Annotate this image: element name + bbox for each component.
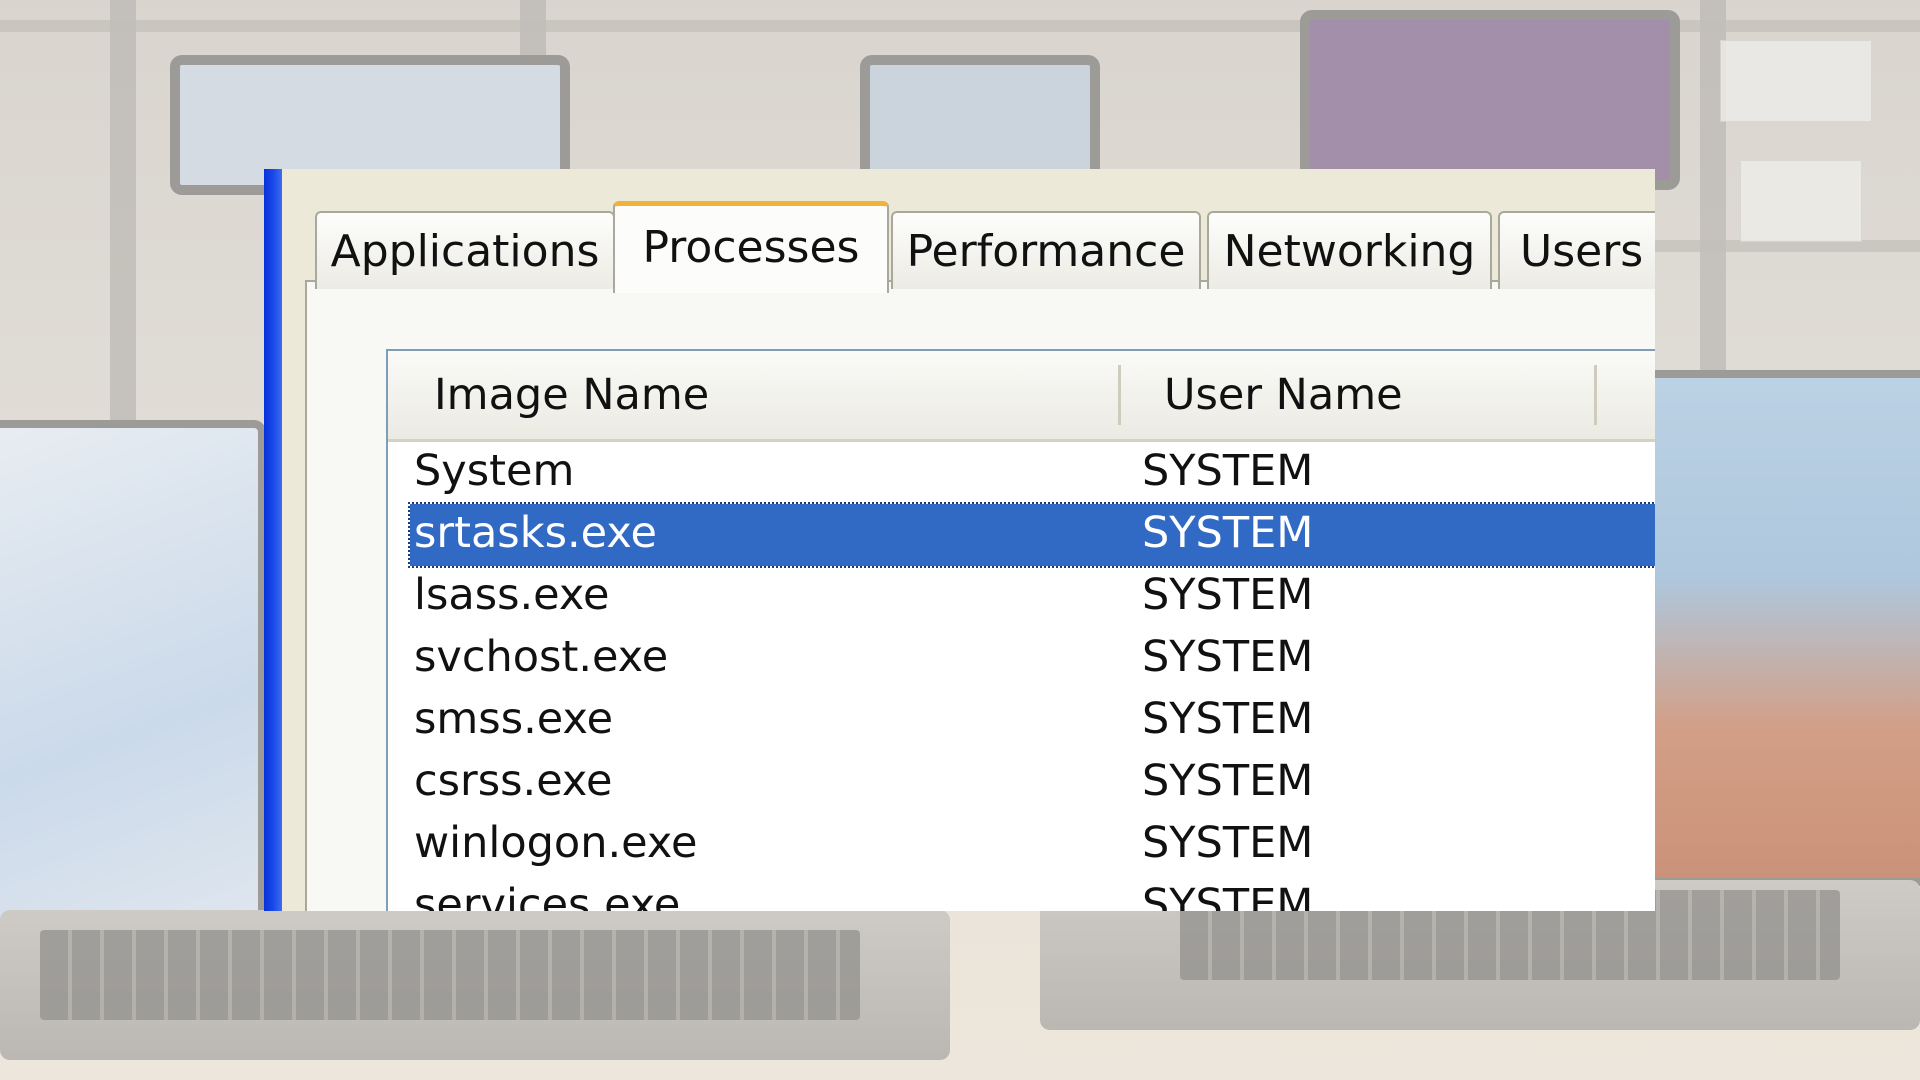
tab-applications[interactable]: Applications bbox=[315, 211, 615, 289]
column-resize-handle[interactable] bbox=[1118, 365, 1121, 425]
list-header: Image Name User Name bbox=[388, 351, 1655, 442]
process-row[interactable]: winlogon.exe SYSTEM bbox=[410, 814, 1655, 876]
tab-label: Performance bbox=[906, 225, 1186, 277]
image-name-cell: srtasks.exe bbox=[414, 508, 657, 558]
column-header-image-name[interactable]: Image Name bbox=[434, 351, 1124, 439]
image-name-cell: smss.exe bbox=[414, 694, 614, 744]
column-resize-handle[interactable] bbox=[1594, 365, 1597, 425]
process-row[interactable]: svchost.exe SYSTEM bbox=[410, 628, 1655, 690]
tab-performance[interactable]: Performance bbox=[891, 211, 1201, 289]
user-name-cell: SYSTEM bbox=[1142, 632, 1314, 682]
tab-label: Users bbox=[1520, 225, 1644, 277]
column-header-label: User Name bbox=[1164, 370, 1403, 420]
task-manager-panel: Applications Processes Performance Netwo… bbox=[264, 169, 1655, 911]
process-row[interactable]: smss.exe SYSTEM bbox=[410, 690, 1655, 752]
process-row[interactable]: csrss.exe SYSTEM bbox=[410, 752, 1655, 814]
image-name-cell: csrss.exe bbox=[414, 756, 613, 806]
image-name-cell: lsass.exe bbox=[414, 570, 610, 620]
image-name-cell: winlogon.exe bbox=[414, 818, 698, 868]
tab-processes[interactable]: Processes bbox=[613, 201, 889, 293]
user-name-cell: SYSTEM bbox=[1142, 446, 1314, 496]
image-name-cell: services.exe bbox=[414, 880, 681, 911]
process-list[interactable]: Image Name User Name System SYSTEM srtas… bbox=[386, 349, 1655, 911]
process-row-selected[interactable]: srtasks.exe SYSTEM bbox=[408, 502, 1655, 568]
window-frame-edge bbox=[264, 169, 282, 911]
process-row[interactable]: services.exe SYSTEM bbox=[410, 876, 1655, 911]
process-row[interactable]: lsass.exe SYSTEM bbox=[410, 566, 1655, 628]
user-name-cell: SYSTEM bbox=[1142, 756, 1314, 806]
column-header-user-name[interactable]: User Name bbox=[1164, 351, 1584, 439]
user-name-cell: SYSTEM bbox=[1142, 570, 1314, 620]
image-name-cell: System bbox=[414, 446, 575, 496]
user-name-cell: SYSTEM bbox=[1142, 880, 1314, 911]
tab-label: Processes bbox=[642, 222, 860, 273]
tab-networking[interactable]: Networking bbox=[1207, 211, 1492, 289]
tab-label: Networking bbox=[1223, 225, 1476, 277]
tab-users[interactable]: Users bbox=[1498, 211, 1655, 289]
user-name-cell: SYSTEM bbox=[1142, 694, 1314, 744]
image-name-cell: svchost.exe bbox=[414, 632, 669, 682]
column-header-label: Image Name bbox=[434, 370, 710, 420]
user-name-cell: SYSTEM bbox=[1142, 818, 1314, 868]
tab-label: Applications bbox=[330, 225, 600, 277]
user-name-cell: SYSTEM bbox=[1142, 508, 1314, 558]
process-row[interactable]: System SYSTEM bbox=[410, 442, 1655, 504]
